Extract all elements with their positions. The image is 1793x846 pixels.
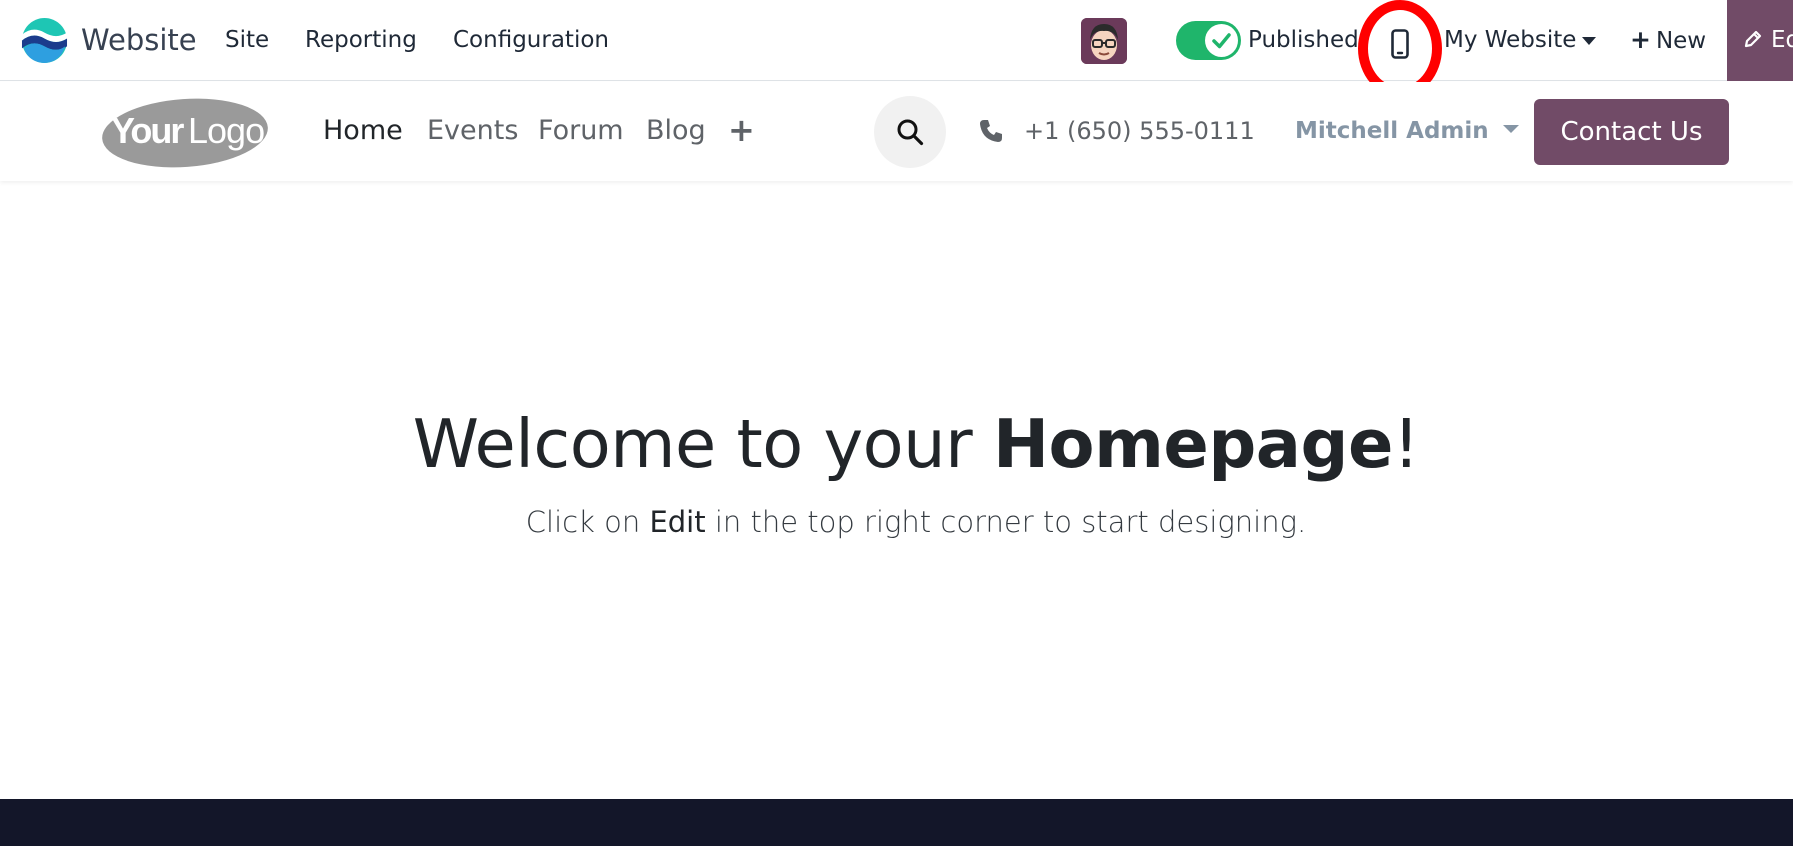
admin-topbar: Website Site Reporting Configuration Pub…	[0, 0, 1793, 97]
website-switcher-label: My Website	[1444, 27, 1577, 53]
published-toggle[interactable]	[1176, 21, 1241, 60]
nav-blog[interactable]: Blog	[646, 113, 706, 149]
hero-title-prefix: Welcome to your	[412, 405, 993, 483]
hero-title-bold: Homepage	[992, 405, 1393, 483]
app-name[interactable]: Website	[81, 20, 197, 60]
search-icon	[897, 119, 924, 146]
phone-icon	[980, 120, 1002, 142]
logo-text-logo: Logo	[188, 110, 264, 151]
check-icon	[1212, 33, 1231, 49]
hero-sub-suffix: in the top right corner to start designi…	[705, 505, 1307, 539]
contact-us-button[interactable]: Contact Us	[1534, 99, 1729, 165]
avatar-face-icon	[1081, 18, 1127, 64]
search-button[interactable]	[874, 96, 946, 168]
site-navbar: Your Logo Home Events Forum Blog + +1 (6…	[0, 82, 1793, 181]
hero-sub-prefix: Click on	[525, 505, 650, 539]
site-logo[interactable]: Your Logo	[101, 95, 269, 168]
plus-icon: +	[1630, 25, 1651, 54]
menu-reporting[interactable]: Reporting	[305, 25, 417, 55]
caret-down-icon	[1502, 124, 1519, 133]
logo-text-your: Your	[111, 110, 184, 151]
website-switcher[interactable]: My Website	[1444, 25, 1597, 55]
pencil-icon	[1744, 30, 1762, 48]
new-label: New	[1655, 28, 1707, 54]
menu-site[interactable]: Site	[225, 25, 269, 55]
website-app-icon[interactable]	[21, 17, 68, 64]
nav-events[interactable]: Events	[427, 113, 518, 149]
hero-sub-bold: Edit	[649, 505, 706, 539]
edit-label: Ed	[1771, 27, 1793, 53]
new-button[interactable]: + New	[1630, 25, 1706, 56]
page-footer	[0, 799, 1793, 846]
hero-title-suffix: !	[1392, 405, 1420, 483]
user-menu[interactable]: Mitchell Admin	[1295, 115, 1519, 147]
add-menu-item-icon[interactable]: +	[728, 112, 755, 148]
caret-down-icon	[1582, 36, 1597, 45]
toggle-knob	[1205, 24, 1238, 57]
published-label[interactable]: Published	[1248, 24, 1359, 56]
edit-button[interactable]: Ed	[1727, 0, 1793, 81]
nav-forum[interactable]: Forum	[538, 113, 624, 149]
hero-subtitle: Click on Edit in the top right corner to…	[0, 500, 1793, 544]
user-avatar[interactable]	[1081, 18, 1127, 64]
phone-number[interactable]: +1 (650) 555-0111	[1024, 115, 1255, 147]
menu-configuration[interactable]: Configuration	[453, 25, 609, 55]
user-name: Mitchell Admin	[1295, 118, 1489, 144]
nav-home[interactable]: Home	[323, 113, 403, 149]
hero-title: Welcome to your Homepage!	[0, 404, 1793, 484]
